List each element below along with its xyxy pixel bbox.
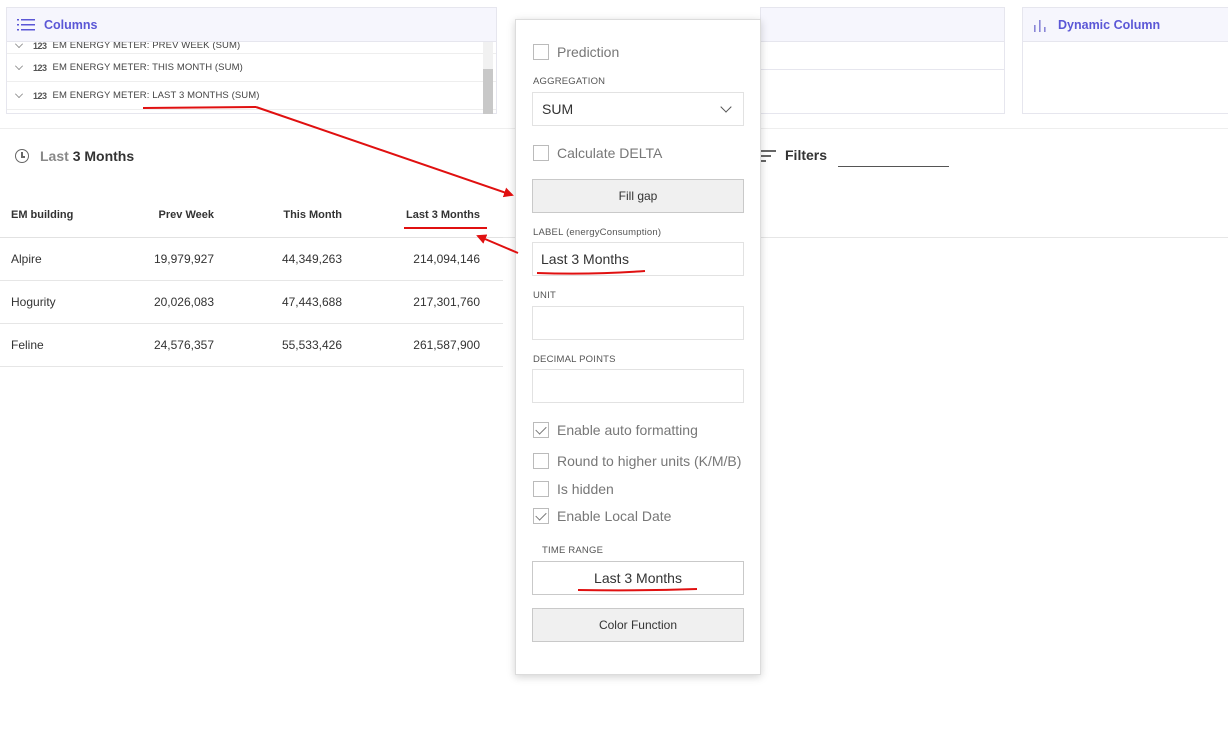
table-cell: Hogurity [11,295,56,309]
fill-gap-button[interactable]: Fill gap [532,179,744,213]
bar-chart-icon [1034,19,1046,32]
clock-icon [15,149,29,163]
column-header[interactable]: EM building [0,209,122,221]
decimal-points-label: DECIMAL POINTS [533,354,616,365]
unit-input[interactable] [532,306,744,340]
dynamic-column-panel: Dynamic Column [1022,7,1228,114]
filters-label: Filters [785,147,828,163]
auto-formatting-label: Enable auto formatting [557,422,698,438]
calculate-delta-option[interactable]: Calculate DELTA [533,145,662,161]
time-range-label: Last 3 Months [40,148,134,164]
column-item-label: EM ENERGY METER: PREV WEEK (SUM) [52,42,241,51]
calculate-delta-label: Calculate DELTA [557,145,663,161]
table-row: Feline 24,576,357 55,533,426 261,587,900 [0,324,503,367]
auto-formatting-option[interactable]: Enable auto formatting [533,422,698,438]
aggregation-select[interactable]: SUM [532,92,744,126]
chevron-down-icon [720,101,732,113]
middle-panel-row [761,42,1004,70]
columns-panel: Columns 123 EM ENERGY METER: PREV WEEK (… [6,7,497,114]
time-range-selector[interactable]: Last 3 Months [15,148,134,164]
aggregation-value: SUM [542,101,574,117]
table-cell: 24,576,357 [153,338,214,352]
table-cell: 55,533,426 [281,338,342,352]
table-cell: 217,301,760 [413,295,480,309]
is-hidden-checkbox[interactable] [533,481,549,497]
column-editor-popup: Prediction AGGREGATION SUM Calculate DEL… [515,19,761,675]
is-hidden-option[interactable]: Is hidden [533,481,614,497]
calculate-delta-checkbox[interactable] [533,145,549,161]
number-type-icon: 123 [33,90,47,101]
table-cell: Alpire [11,252,42,266]
column-item-label: EM ENERGY METER: THIS MONTH (SUM) [52,62,243,73]
table-cell: 214,094,146 [413,252,480,266]
decimal-points-input[interactable] [532,369,744,403]
middle-panel-header [761,8,1004,42]
time-range-prefix: Last [40,148,69,164]
table-cell: Feline [11,338,44,352]
dynamic-column-title: Dynamic Column [1058,17,1161,32]
label-field-label: LABEL (energyConsumption) [533,227,662,238]
column-header[interactable]: Prev Week [122,209,214,221]
column-item[interactable]: 123 EM ENERGY METER: THIS MONTH (SUM) [7,54,496,82]
chevron-down-icon[interactable] [15,61,23,70]
columns-list: 123 EM ENERGY METER: PREV WEEK (SUM) 123… [7,42,496,114]
local-date-option[interactable]: Enable Local Date [533,508,671,524]
table-row: Hogurity 20,026,083 47,443,688 217,301,7… [0,281,503,324]
aggregation-label: AGGREGATION [533,76,606,87]
round-units-checkbox[interactable] [533,453,549,469]
column-header[interactable]: This Month [214,209,342,221]
chevron-down-icon[interactable] [15,42,23,48]
number-type-icon: 123 [33,42,47,51]
auto-formatting-checkbox[interactable] [533,422,549,438]
table-cell: 44,349,263 [281,252,342,266]
unit-label: UNIT [533,290,556,301]
local-date-label: Enable Local Date [557,508,672,524]
scrollbar-thumb[interactable] [483,69,493,114]
table-row: Alpire 19,979,927 44,349,263 214,094,146 [0,238,503,281]
number-type-icon: 123 [33,62,47,73]
is-hidden-label: Is hidden [557,481,614,497]
filter-input-underline[interactable] [838,166,949,167]
dynamic-column-header[interactable]: Dynamic Column [1023,8,1228,42]
table-cell: 19,979,927 [153,252,214,266]
column-item[interactable]: 123 EM ENERGY METER: PREV WEEK (SUM) [7,42,496,54]
middle-panel [760,7,1005,114]
prediction-option[interactable]: Prediction [533,44,619,60]
data-table: EM building Prev Week This Month Last 3 … [0,192,503,367]
columns-panel-title: Columns [44,17,98,32]
table-header-row: EM building Prev Week This Month Last 3 … [0,192,503,238]
filter-icon [760,148,776,162]
round-units-option[interactable]: Round to higher units (K/M/B) [533,453,741,469]
column-item[interactable]: 123 EM ENERGY METER: LAST 3 MONTHS (SUM) [7,82,496,110]
filters[interactable]: Filters [760,147,827,163]
table-cell: 20,026,083 [153,295,214,309]
time-range-button[interactable]: Last 3 Months [532,561,744,595]
list-icon [17,18,35,30]
round-units-label: Round to higher units (K/M/B) [557,453,742,469]
table-cell: 261,587,900 [413,338,480,352]
column-header[interactable]: Last 3 Months [342,209,480,221]
annotation-arrow [255,106,514,198]
time-range-value: 3 Months [72,148,135,164]
label-input[interactable]: Last 3 Months [532,242,744,276]
table-cell: 47,443,688 [281,295,342,309]
prediction-checkbox[interactable] [533,44,549,60]
column-item-label: EM ENERGY METER: LAST 3 MONTHS (SUM) [52,90,260,101]
local-date-checkbox[interactable] [533,508,549,524]
prediction-label: Prediction [557,44,620,60]
columns-panel-header[interactable]: Columns [7,8,496,42]
color-function-button[interactable]: Color Function [532,608,744,642]
time-range-field-label: TIME RANGE [542,545,604,556]
chevron-down-icon[interactable] [15,89,23,98]
